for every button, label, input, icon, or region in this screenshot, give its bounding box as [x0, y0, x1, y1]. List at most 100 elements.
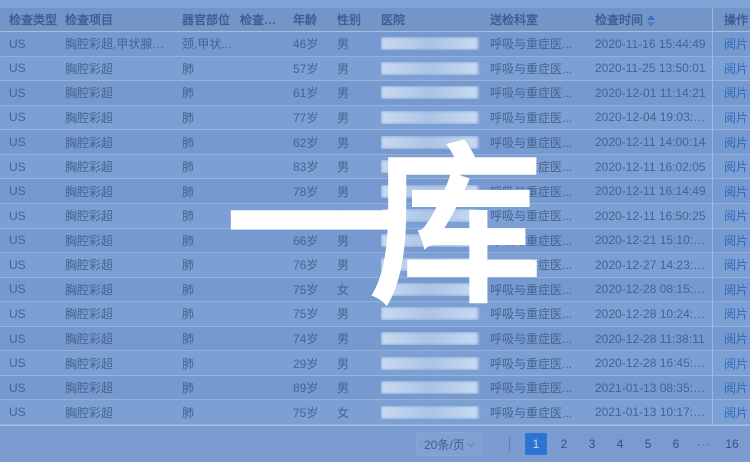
cell-check-type: US [9, 405, 65, 419]
col-header-check-time[interactable]: 检查时间 [595, 11, 712, 28]
cell-check-item: 胸腔彩超 [65, 109, 182, 126]
cell-hospital [381, 185, 490, 198]
table-row[interactable]: US 胸腔彩超 肺 62岁 男 呼吸与重症医... 2020-12-11 14:… [0, 130, 750, 155]
cell-hospital [381, 234, 490, 247]
col-header-age: 年龄 [293, 11, 337, 28]
cell-organ-site: 肺 [182, 305, 240, 322]
cell-gender: 男 [337, 60, 381, 77]
table-row[interactable]: US 胸腔彩超 肺 75岁 女 呼吸与重症医... 2021-01-13 10:… [0, 400, 750, 425]
page-button-4[interactable]: 4 [609, 433, 631, 455]
cell-hospital [381, 209, 490, 222]
cell-department: 呼吸与重症医... [490, 158, 595, 175]
cell-department: 呼吸与重症医... [490, 183, 595, 200]
cell-age: 46岁 [293, 35, 337, 52]
view-image-link[interactable]: 阅片 [724, 60, 748, 77]
cell-gender: 男 [337, 256, 381, 273]
table-row[interactable]: US 胸腔彩超 肺 89岁 男 呼吸与重症医... 2021-01-13 08:… [0, 376, 750, 401]
cell-department: 呼吸与重症医... [490, 232, 595, 249]
cell-check-item: 胸腔彩超 [65, 379, 182, 396]
view-image-link[interactable]: 阅片 [724, 305, 748, 322]
view-image-link[interactable]: 阅片 [724, 134, 748, 151]
cell-organ-site: 肺 [182, 330, 240, 347]
col-header-check-type: 检查类型 [9, 11, 65, 28]
col-header-check-item: 检查项目 [65, 11, 182, 28]
cell-age: 61岁 [293, 84, 337, 101]
view-image-link[interactable]: 阅片 [724, 404, 748, 421]
view-image-link[interactable]: 阅片 [724, 256, 748, 273]
col-header-hospital: 医院 [381, 11, 490, 28]
cell-check-item: 胸腔彩超 [65, 305, 182, 322]
col-header-actions: 操作 [712, 8, 750, 31]
chevron-down-icon [467, 438, 475, 446]
cell-department: 呼吸与重症医... [490, 355, 595, 372]
cell-organ-site: 肺 [182, 109, 240, 126]
cell-hospital [381, 381, 490, 394]
table-row[interactable]: US 胸腔彩超 肺 78岁 男 呼吸与重症医... 2020-12-11 16:… [0, 179, 750, 204]
cell-check-time: 2020-11-16 15:44:49 [595, 37, 712, 51]
cell-check-type: US [9, 356, 65, 370]
view-image-link[interactable]: 阅片 [724, 207, 748, 224]
table-row[interactable]: US 胸腔彩超 肺 61岁 男 呼吸与重症医... 2020-12-01 11:… [0, 81, 750, 106]
cell-hospital [381, 332, 490, 345]
view-image-link[interactable]: 阅片 [724, 109, 748, 126]
table-row[interactable]: US 胸腔彩超,甲状腺彩超 颈,甲状... 46岁 男 呼吸与重症医... 20… [0, 32, 750, 57]
cell-check-type: US [9, 233, 65, 247]
view-image-link[interactable]: 阅片 [724, 183, 748, 200]
view-image-link[interactable]: 阅片 [724, 355, 748, 372]
cell-hospital [381, 86, 490, 99]
table-row[interactable]: US 胸腔彩超 肺 29岁 男 呼吸与重症医... 2020-12-28 16:… [0, 351, 750, 376]
cell-check-type: US [9, 37, 65, 51]
table-row[interactable]: US 胸腔彩超 肺 77岁 男 呼吸与重症医... 2020-12-04 19:… [0, 106, 750, 131]
cell-gender: 男 [337, 109, 381, 126]
cell-organ-site: 肺 [182, 183, 240, 200]
cell-check-type: US [9, 110, 65, 124]
hospital-redacted-blur [381, 136, 478, 149]
cell-check-time: 2021-01-13 10:17:16 [595, 405, 712, 419]
cell-gender: 男 [337, 84, 381, 101]
table-row[interactable]: US 胸腔彩超 肺 83岁 男 呼吸与重症医... 2020-12-11 16:… [0, 155, 750, 180]
cell-organ-site: 肺 [182, 404, 240, 421]
prev-page-button[interactable] [497, 433, 519, 455]
page-button-5[interactable]: 5 [637, 433, 659, 455]
col-header-department: 送检科室 [490, 11, 595, 28]
cell-age: 76岁 [293, 256, 337, 273]
cell-hospital [381, 62, 490, 75]
cell-department: 呼吸与重症医... [490, 109, 595, 126]
page-button-3[interactable]: 3 [581, 433, 603, 455]
cell-organ-site: 肺 [182, 256, 240, 273]
table-row[interactable]: US 胸腔彩超 肺 75岁 男 呼吸与重症医... 2020-12-28 10:… [0, 302, 750, 327]
cell-organ-site: 肺 [182, 232, 240, 249]
hospital-redacted-blur [381, 307, 478, 320]
cell-check-time: 2020-12-11 16:02:05 [595, 160, 712, 174]
sort-caret-icon[interactable] [647, 15, 655, 27]
table-row[interactable]: US 胸腔彩超 肺 76岁 男 呼吸与重症医... 2020-12-27 14:… [0, 253, 750, 278]
view-image-link[interactable]: 阅片 [724, 35, 748, 52]
view-image-link[interactable]: 阅片 [724, 379, 748, 396]
col-header-gender: 性别 [337, 11, 381, 28]
cell-check-time: 2020-12-28 08:15:51 [595, 282, 712, 296]
hospital-redacted-blur [381, 406, 478, 419]
cell-age: 76岁 [293, 207, 337, 224]
cell-age: 83岁 [293, 158, 337, 175]
page-button-16[interactable]: 16 [721, 433, 743, 455]
cell-gender: 女 [337, 404, 381, 421]
view-image-link[interactable]: 阅片 [724, 84, 748, 101]
view-image-link[interactable]: 阅片 [724, 232, 748, 249]
page-size-select[interactable]: 20条/页 [416, 432, 482, 456]
table-row[interactable]: US 胸腔彩超 肺 74岁 男 呼吸与重症医... 2020-12-28 11:… [0, 327, 750, 352]
page-button-6[interactable]: 6 [665, 433, 687, 455]
page-size-value: 20条/页 [424, 436, 465, 453]
view-image-link[interactable]: 阅片 [724, 281, 748, 298]
table-row[interactable]: US 胸腔彩超 肺 57岁 男 呼吸与重症医... 2020-11-25 13:… [0, 57, 750, 82]
cell-check-item: 胸腔彩超 [65, 183, 182, 200]
page-button-1[interactable]: 1 [525, 433, 547, 455]
view-image-link[interactable]: 阅片 [724, 330, 748, 347]
view-image-link[interactable]: 阅片 [724, 158, 748, 175]
table-row[interactable]: US 胸腔彩超 肺 66岁 男 呼吸与重症医... 2020-12-21 15:… [0, 229, 750, 254]
cell-hospital [381, 136, 490, 149]
table-row[interactable]: US 胸腔彩超 肺 75岁 女 呼吸与重症医... 2020-12-28 08:… [0, 278, 750, 303]
page-button-2[interactable]: 2 [553, 433, 575, 455]
page-buttons: 123456 ··· 16 [522, 433, 746, 455]
more-pages-button[interactable]: ··· [693, 433, 715, 455]
table-row[interactable]: US 胸腔彩超 肺 76岁 女 呼吸与重症医... 2020-12-11 16:… [0, 204, 750, 229]
